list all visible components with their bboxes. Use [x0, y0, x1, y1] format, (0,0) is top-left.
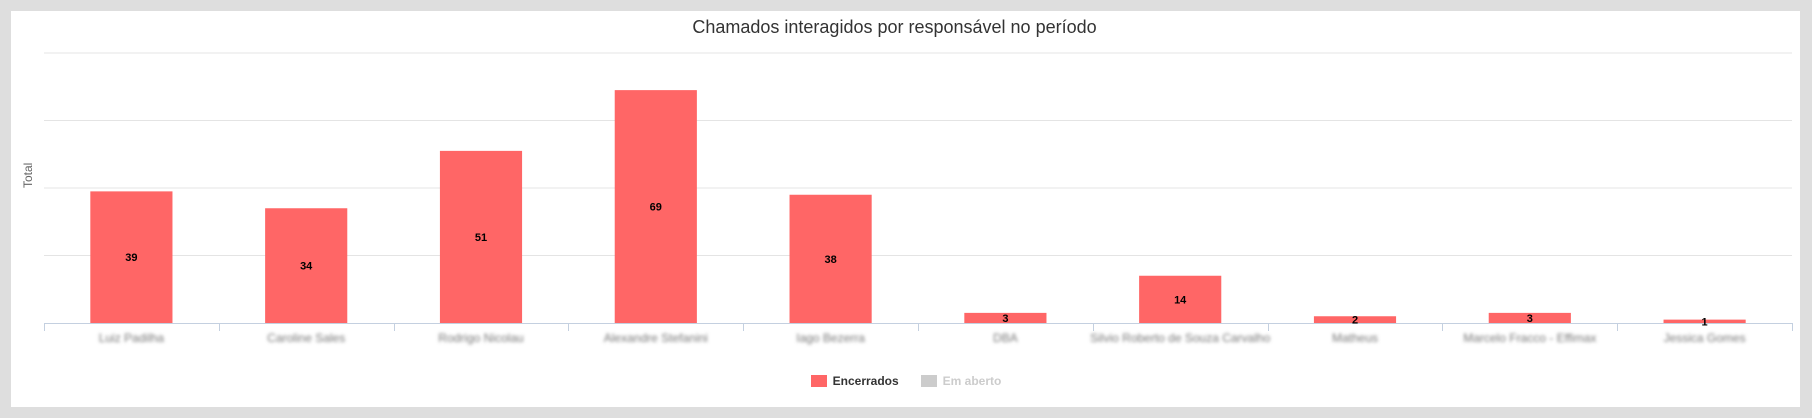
legend-label: Encerrados [832, 374, 899, 388]
category-label: DBA [993, 331, 1018, 345]
category-label: Marcelo Fracco - Effimax [1463, 331, 1596, 345]
category-labels: Luiz Padilha Caroline Sales Rodrigo Nicola… [99, 331, 1746, 345]
category-label: Iago Bezerra [796, 331, 865, 345]
category-label: Rodrigo Nicolau [438, 331, 523, 345]
data-label: 3 [1002, 313, 1008, 325]
data-label: 69 [650, 202, 662, 214]
category-label: Caroline Sales [267, 331, 345, 345]
legend-swatch [920, 375, 937, 387]
bars [90, 90, 1746, 323]
category-label: Alexandre Stefanini [604, 331, 708, 345]
bar-chart: 39 34 51 69 38 3 14 2 3 1 Luiz Padilha Caroline Sa… [44, 52, 1793, 345]
legend-item[interactable]: Em aberto [920, 374, 1002, 388]
legend-item[interactable]: Encerrados [810, 374, 899, 388]
category-label: Matheus [1332, 331, 1378, 345]
category-label: Silvio Roberto de Souza Carvalho [1090, 331, 1270, 345]
data-labels: 39 34 51 69 38 3 14 2 3 1 [125, 202, 1707, 329]
data-label: 3 [1527, 313, 1533, 325]
data-label: 2 [1352, 315, 1358, 327]
data-label: 39 [125, 252, 137, 264]
category-label: Jessica Gomes [1664, 331, 1746, 345]
data-label: 38 [824, 254, 836, 266]
data-label: 14 [1174, 294, 1187, 306]
legend-label: Em aberto [942, 374, 1002, 388]
data-label: 1 [1702, 316, 1708, 328]
data-label: 51 [475, 232, 487, 244]
data-label: 34 [300, 261, 313, 273]
category-label: Luiz Padilha [99, 331, 165, 345]
legend: Encerrados Em aberto [0, 374, 1812, 388]
legend-swatch [810, 375, 827, 387]
